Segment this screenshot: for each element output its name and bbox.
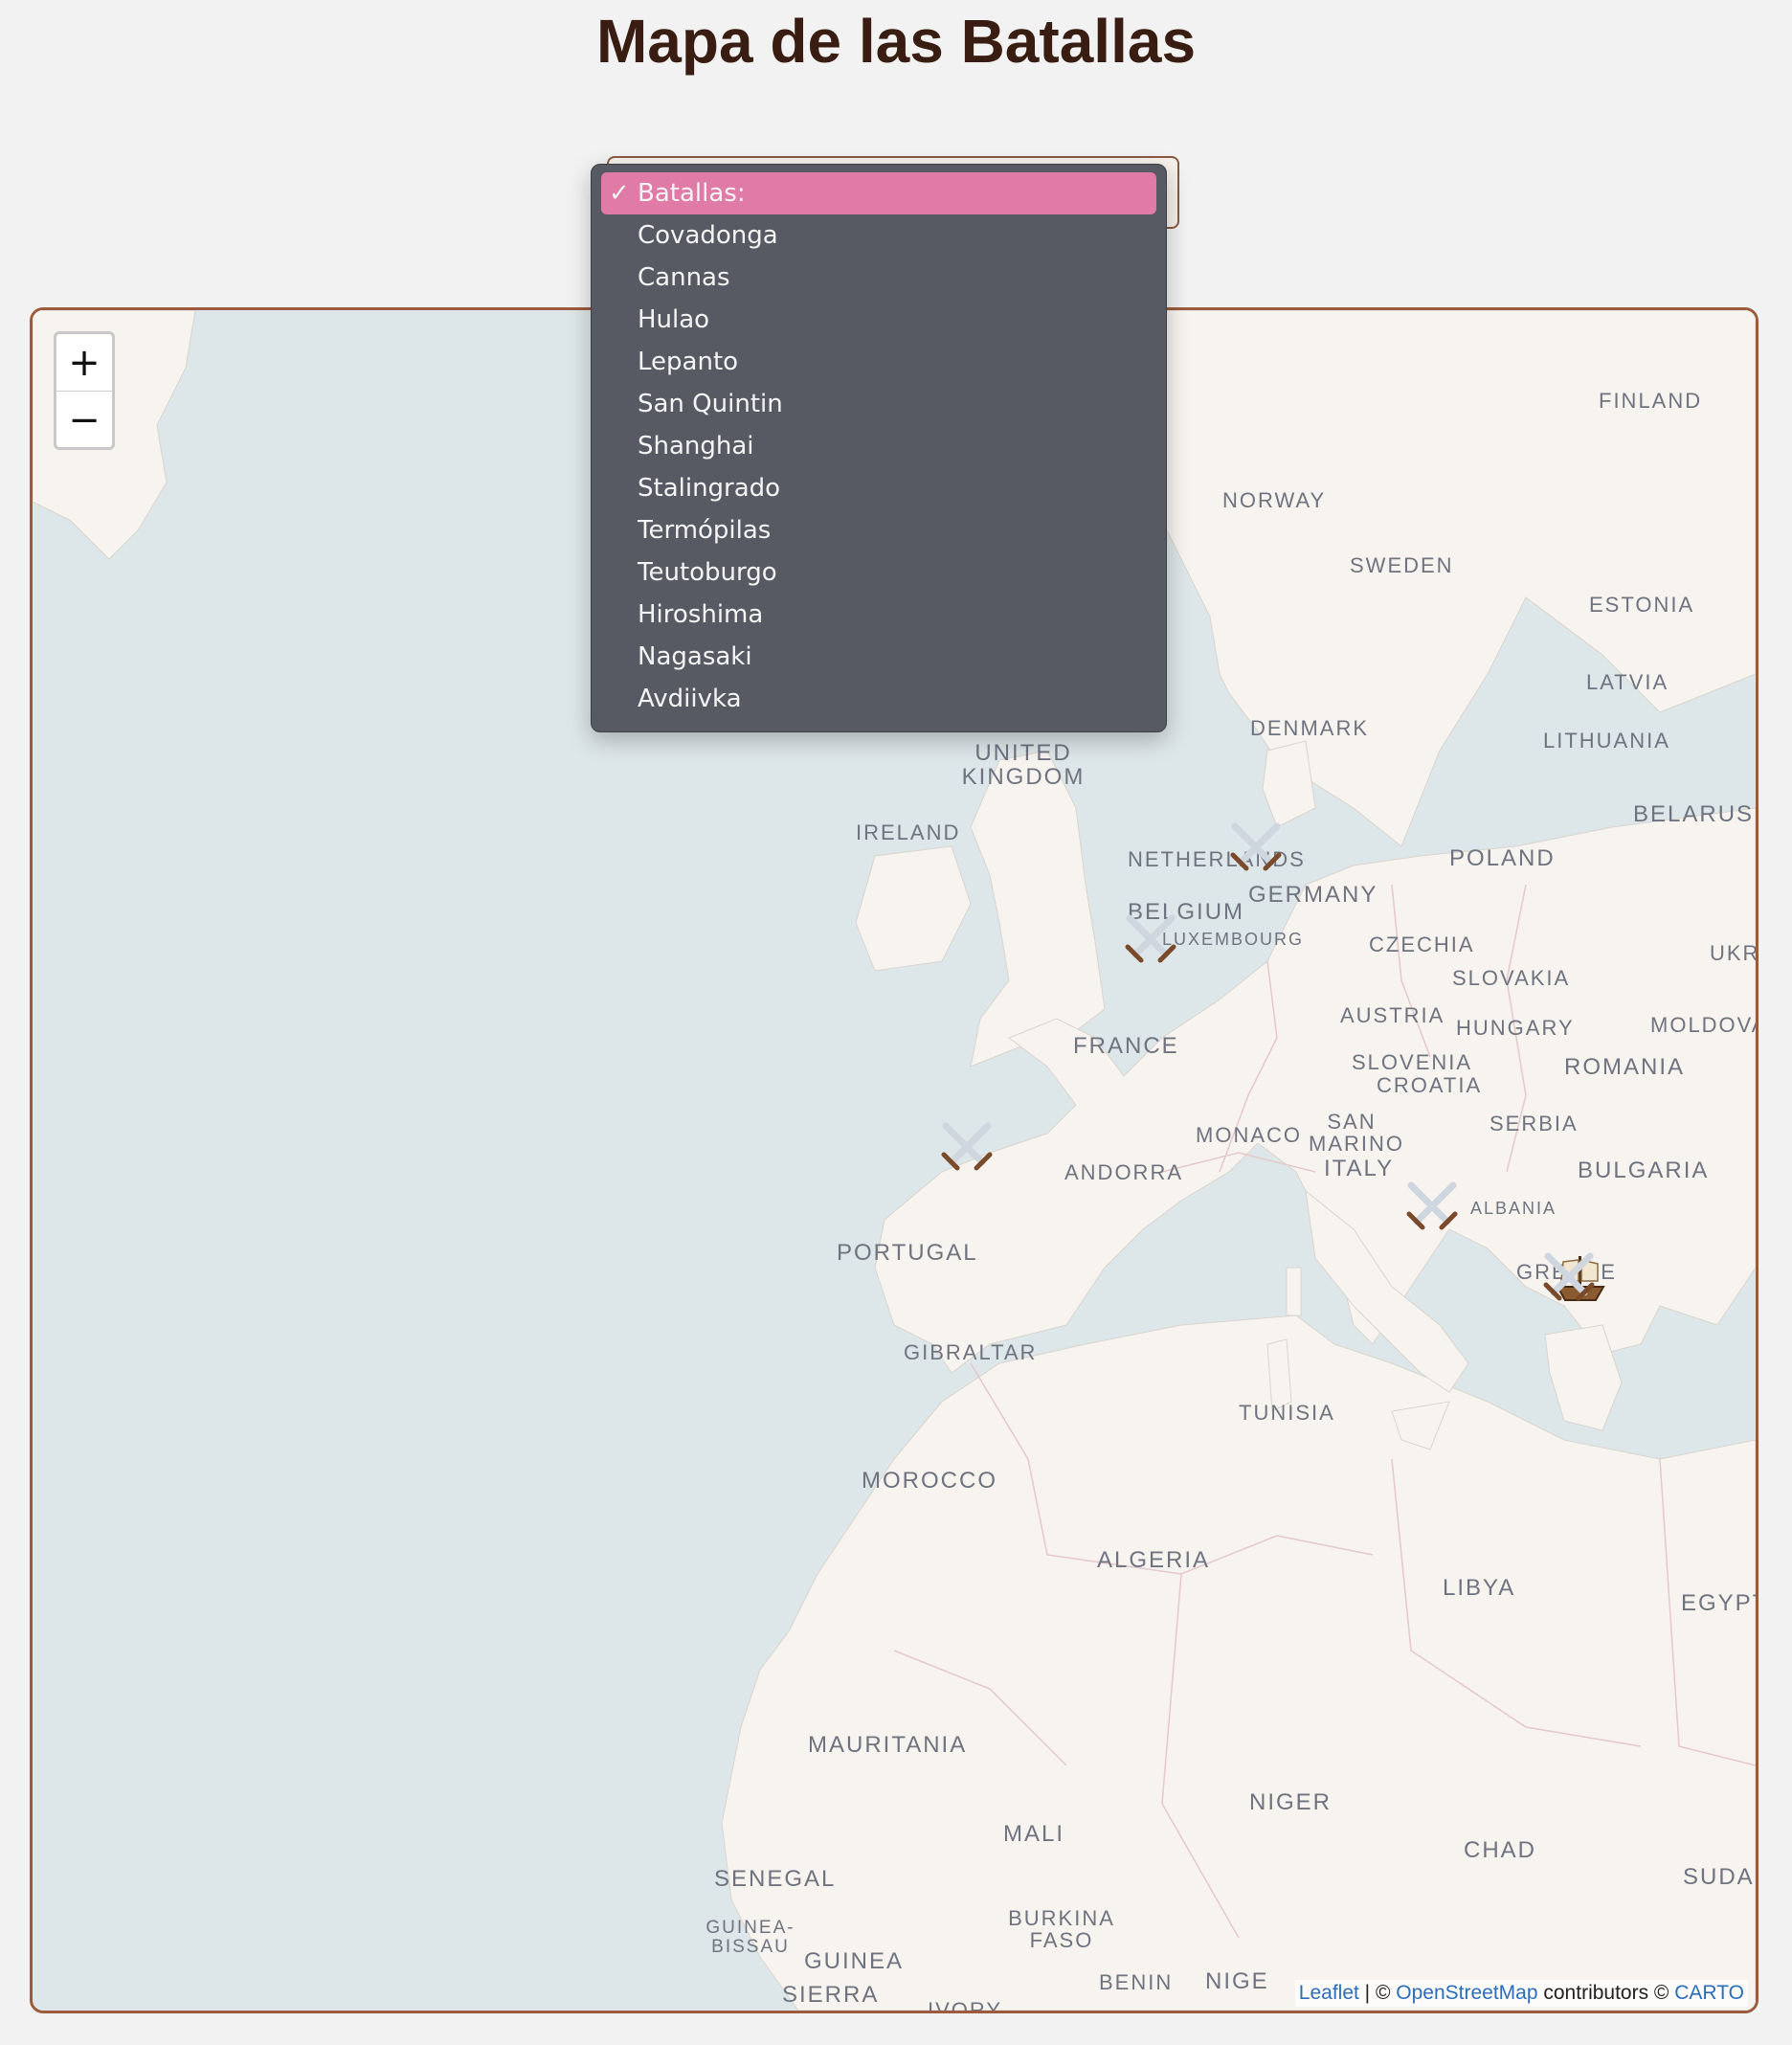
map-label-france: FRANCE	[1073, 1033, 1179, 1059]
map-label-moldova: MOLDOVA	[1650, 1013, 1758, 1037]
map-label-san-marino: SAN MARINO	[1309, 1110, 1404, 1157]
map-label-andorra: ANDORRA	[1064, 1160, 1184, 1184]
map-label-albania: ALBANIA	[1470, 1199, 1557, 1218]
map-label-mauritania: MAURITANIA	[808, 1732, 968, 1758]
map-label-benin: BENIN	[1099, 1970, 1174, 1994]
crossed-swords-icon[interactable]	[938, 1118, 996, 1176]
map-label-tunisia: TUNISIA	[1239, 1401, 1335, 1425]
map-label-burkina-faso: BURKINA FASO	[1008, 1906, 1115, 1953]
map-label-nigeria: NIGE	[1205, 1968, 1269, 1994]
page-title: Mapa de las Batallas	[595, 7, 1197, 76]
map-label-monaco: MONACO	[1196, 1123, 1302, 1147]
map-label-germany: GERMANY	[1248, 882, 1378, 908]
map-label-italy: ITALY	[1324, 1156, 1395, 1181]
dropdown-option-header[interactable]: ✓ Batallas:	[601, 172, 1156, 214]
map-label-portugal: PORTUGAL	[837, 1240, 978, 1266]
map-label-guinea: GUINEA	[804, 1948, 905, 1974]
map-label-niger: NIGER	[1249, 1789, 1333, 1815]
map-label-chad: CHAD	[1464, 1837, 1537, 1863]
map-label-ivory: IVORY	[928, 1998, 1003, 2013]
carto-link[interactable]: CARTO	[1674, 1982, 1744, 2004]
crossed-swords-icon[interactable]	[1540, 1248, 1598, 1306]
checkmark-icon: ✓	[609, 179, 630, 208]
crossed-swords-icon[interactable]	[1227, 819, 1285, 876]
map-label-mali: MALI	[1003, 1821, 1065, 1847]
map-label-poland: POLAND	[1449, 845, 1556, 871]
map-label-slovenia: SLOVENIA	[1352, 1050, 1473, 1074]
map-label-latvia: LATVIA	[1586, 670, 1669, 694]
map-label-sweden: SWEDEN	[1350, 553, 1454, 577]
map-label-libya: LIBYA	[1443, 1575, 1516, 1601]
dropdown-option[interactable]: Stalingrado	[601, 467, 1156, 509]
map-label-united-kingdom: UNITED KINGDOM	[961, 740, 1086, 791]
map-label-belarus: BELARUS	[1633, 801, 1755, 827]
leaflet-link[interactable]: Leaflet	[1299, 1982, 1359, 2004]
map-label-sierra: SIERRA	[782, 1982, 880, 2008]
map-label-austria: AUSTRIA	[1340, 1003, 1445, 1027]
map-label-romania: ROMANIA	[1564, 1054, 1686, 1080]
map-label-algeria: ALGERIA	[1097, 1547, 1211, 1573]
dropdown-option-label: Batallas:	[638, 179, 746, 208]
dropdown-option[interactable]: Hiroshima	[601, 594, 1156, 636]
map-label-czechia: CZECHIA	[1369, 933, 1475, 956]
map-label-egypt: EGYPT	[1681, 1590, 1756, 1616]
map-label-ukraine: UKR	[1710, 941, 1758, 965]
dropdown-option[interactable]: Shanghai	[601, 425, 1156, 467]
map-label-serbia: SERBIA	[1490, 1112, 1579, 1135]
map-label-croatia: CROATIA	[1377, 1073, 1483, 1097]
map-label-ireland: IRELAND	[856, 820, 961, 844]
dropdown-option[interactable]: Covadonga	[601, 214, 1156, 257]
crossed-swords-icon[interactable]	[1122, 910, 1179, 968]
dropdown-option[interactable]: Avdiivka	[601, 678, 1156, 720]
battle-dropdown-list: ✓ Batallas: Covadonga Cannas Hulao Lepan…	[591, 164, 1167, 732]
map-label-slovakia: SLOVAKIA	[1452, 966, 1571, 990]
map-label-senegal: SENEGAL	[714, 1866, 837, 1892]
zoom-out-button[interactable]: −	[56, 392, 112, 448]
osm-link[interactable]: OpenStreetMap	[1396, 1982, 1537, 2004]
map-label-finland: FINLAND	[1599, 389, 1703, 413]
attribution-contributors: contributors ©	[1537, 1982, 1675, 2004]
map-label-guinea-bissau: GUINEA-BISSAU	[706, 1918, 795, 1957]
dropdown-option[interactable]: Termópilas	[601, 509, 1156, 551]
map-label-luxembourg: LUXEMBOURG	[1162, 930, 1305, 949]
map-label-norway: NORWAY	[1222, 488, 1327, 512]
map-label-gibraltar: GIBRALTAR	[904, 1340, 1038, 1364]
map-label-sudan: SUDAN	[1683, 1864, 1756, 1890]
map-label-bulgaria: BULGARIA	[1578, 1157, 1710, 1183]
map-attribution: Leaflet | © OpenStreetMap contributors ©…	[1294, 1980, 1748, 2007]
map-label-denmark: DENMARK	[1250, 716, 1370, 740]
dropdown-option[interactable]: Teutoburgo	[601, 551, 1156, 594]
dropdown-option[interactable]: San Quintin	[601, 383, 1156, 425]
dropdown-option[interactable]: Lepanto	[601, 341, 1156, 383]
dropdown-option[interactable]: Nagasaki	[601, 636, 1156, 678]
dropdown-option[interactable]: Hulao	[601, 299, 1156, 341]
zoom-in-button[interactable]: +	[56, 334, 112, 392]
zoom-control: + −	[54, 331, 115, 450]
attribution-separator: | ©	[1358, 1982, 1397, 2004]
dropdown-option[interactable]: Cannas	[601, 257, 1156, 299]
map-label-morocco: MOROCCO	[862, 1468, 997, 1494]
crossed-swords-icon[interactable]	[1403, 1178, 1461, 1235]
map-label-lithuania: LITHUANIA	[1543, 729, 1670, 753]
map-label-hungary: HUNGARY	[1456, 1016, 1575, 1040]
map-label-estonia: ESTONIA	[1589, 593, 1695, 617]
